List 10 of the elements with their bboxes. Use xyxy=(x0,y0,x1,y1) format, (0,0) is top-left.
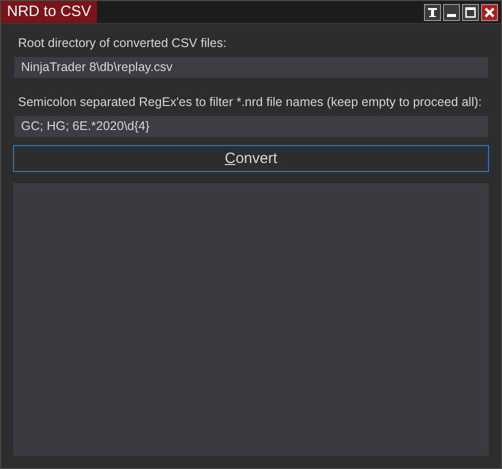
field-label: Semicolon separated RegEx'es to filter *.nrd file names (keep empty to proceed all): xyxy=(17,94,483,109)
pin-icon[interactable] xyxy=(424,4,441,20)
minimize-icon[interactable] xyxy=(443,4,460,20)
input-field[interactable]: NinjaTrader 8\db\replay.csv xyxy=(14,57,488,78)
window-title: NRD to CSV xyxy=(1,1,98,23)
maximize-icon[interactable] xyxy=(462,4,479,20)
convert-button[interactable]: Convert xyxy=(13,145,489,172)
close-icon[interactable] xyxy=(481,4,498,20)
field-label: Root directory of converted CSV files: xyxy=(17,35,228,50)
input-field[interactable]: GC; HG; 6E.*2020\d{4} xyxy=(14,116,488,137)
